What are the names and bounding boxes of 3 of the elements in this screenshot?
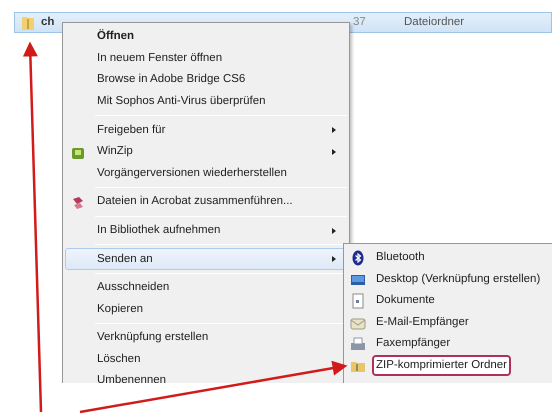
modified-date: 37 [353,14,366,30]
file-type: Dateiordner [404,14,464,30]
file-name: ch [41,14,54,30]
